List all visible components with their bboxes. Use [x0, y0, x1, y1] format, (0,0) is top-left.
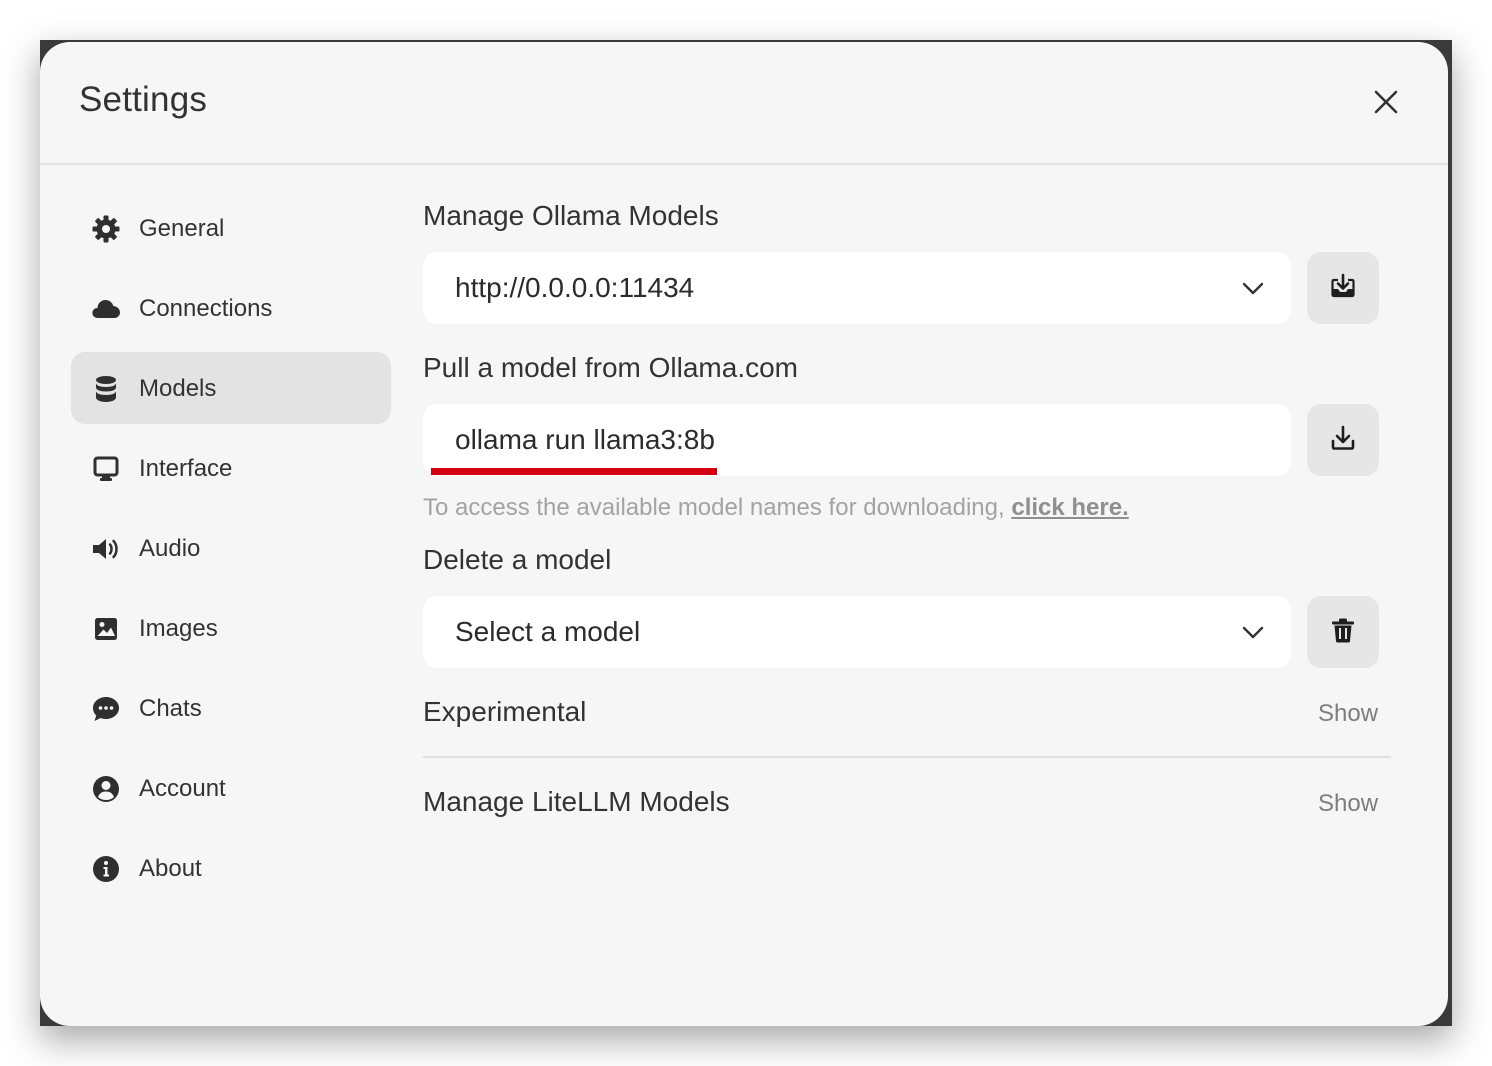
sidebar-item-about[interactable]: About	[71, 832, 391, 904]
manage-ollama-label: Manage Ollama Models	[423, 200, 719, 231]
pull-model-input[interactable]: ollama run llama3:8b	[423, 404, 1291, 476]
sidebar-item-general[interactable]: General	[71, 192, 391, 264]
monitor-icon	[91, 454, 121, 484]
ollama-url-value: http://0.0.0.0:11434	[455, 272, 695, 303]
sidebar-item-label: Audio	[139, 535, 201, 562]
ollama-url-select[interactable]: http://0.0.0.0:11434	[423, 252, 1291, 324]
hint-text: To access the available model names for …	[423, 494, 1005, 521]
sidebar-item-account[interactable]: Account	[71, 752, 391, 824]
delete-model-placeholder: Select a model	[455, 616, 641, 647]
sidebar-item-label: About	[139, 855, 202, 882]
pull-model-button[interactable]	[1307, 404, 1379, 476]
modal-header: Settings	[40, 42, 1448, 165]
modal-title: Settings	[79, 80, 208, 119]
pull-model-input-value: ollama run llama3:8b	[455, 424, 715, 455]
close-icon[interactable]	[1370, 86, 1402, 118]
sidebar-item-connections[interactable]: Connections	[71, 272, 391, 344]
user-circle-icon	[91, 774, 121, 804]
chat-bubble-icon	[91, 694, 121, 724]
annotation-underline	[431, 468, 717, 475]
pull-model-label: Pull a model from Ollama.com	[423, 352, 799, 383]
settings-modal: Settings General Connections Models Inte…	[40, 42, 1448, 1026]
sidebar-item-label: Chats	[139, 695, 202, 722]
sidebar-item-audio[interactable]: Audio	[71, 512, 391, 584]
sidebar-item-chats[interactable]: Chats	[71, 672, 391, 744]
download-tray-icon	[1329, 272, 1357, 305]
sidebar-item-label: Models	[139, 375, 217, 402]
image-icon	[91, 614, 121, 644]
cloud-icon	[91, 294, 121, 324]
litellm-show-toggle[interactable]: Show	[1318, 790, 1378, 818]
chevron-down-icon	[1241, 276, 1265, 300]
sidebar-item-label: Connections	[139, 295, 273, 322]
update-models-button[interactable]	[1307, 252, 1379, 324]
sidebar-item-interface[interactable]: Interface	[71, 432, 391, 504]
settings-sidebar: General Connections Models Interface Aud…	[71, 192, 391, 912]
database-icon	[91, 374, 121, 404]
trash-icon	[1329, 616, 1357, 649]
sidebar-item-models[interactable]: Models	[71, 352, 391, 424]
sidebar-item-images[interactable]: Images	[71, 592, 391, 664]
sidebar-item-label: General	[139, 215, 225, 242]
delete-model-select[interactable]: Select a model	[423, 596, 1291, 668]
model-library-link[interactable]: click here.	[1011, 494, 1128, 521]
sidebar-item-label: Images	[139, 615, 218, 642]
pull-model-hint: To access the available model names for …	[423, 494, 1129, 522]
speaker-icon	[91, 534, 121, 564]
chevron-down-icon	[1241, 620, 1265, 644]
sidebar-item-label: Account	[139, 775, 226, 802]
experimental-show-toggle[interactable]: Show	[1318, 700, 1378, 728]
section-divider	[423, 756, 1391, 758]
sidebar-item-label: Interface	[139, 455, 233, 482]
gear-icon	[91, 214, 121, 244]
delete-model-button[interactable]	[1307, 596, 1379, 668]
info-icon	[91, 854, 121, 884]
litellm-label: Manage LiteLLM Models	[423, 786, 730, 817]
download-icon	[1329, 424, 1357, 457]
delete-model-label: Delete a model	[423, 544, 612, 575]
experimental-label: Experimental	[423, 696, 587, 727]
